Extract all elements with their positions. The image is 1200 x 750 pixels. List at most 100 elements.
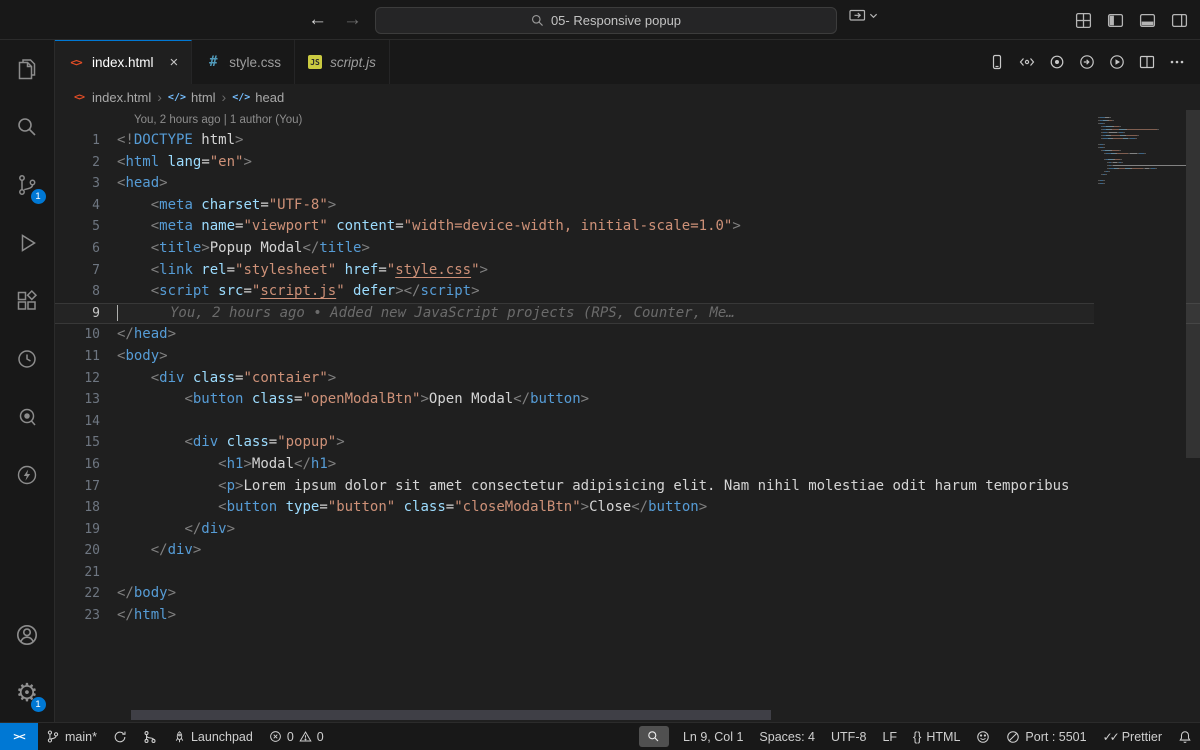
sidebar-item-source-control[interactable]: 1 (0, 156, 55, 214)
titlebar: ← → 05- Responsive popup (0, 0, 1200, 40)
sidebar-item-extensions[interactable] (0, 272, 55, 330)
branch-name: main* (65, 729, 97, 744)
gitlens-blame-icon[interactable] (1049, 54, 1065, 70)
branch-indicator[interactable]: main* (38, 723, 105, 750)
sidebar-item-gitlens[interactable] (0, 388, 55, 446)
cursor-position[interactable]: Ln 9, Col 1 (675, 723, 751, 750)
tab-script-js[interactable]: JS script.js (295, 40, 390, 84)
extensions-icon (17, 289, 38, 310)
code-line[interactable]: 22 </body> (55, 583, 1200, 605)
minimap[interactable] (1094, 110, 1186, 722)
code-line[interactable]: 2 <html lang="en"> (55, 152, 1200, 174)
tab-index-html[interactable]: <> index.html × (55, 40, 193, 84)
eol-label: LF (882, 729, 898, 744)
command-center-search[interactable]: 05- Responsive popup (375, 7, 837, 34)
problems-indicator[interactable]: 0 0 (261, 723, 332, 750)
horizontal-scrollbar[interactable] (55, 710, 1094, 722)
live-server-port[interactable]: Port : 5501 (998, 723, 1094, 750)
code-lines: 1 <!DOCTYPE html> 2 <html lang="en"> 3 <head>… (55, 130, 1200, 627)
indentation-indicator[interactable]: Spaces: 4 (751, 723, 823, 750)
code-line[interactable]: 4 <meta charset="UTF-8"> (55, 195, 1200, 217)
breadcrumb-html[interactable]: </> html (168, 90, 216, 105)
remote-indicator[interactable]: >< (0, 723, 38, 750)
code-line[interactable]: 11 <body> (55, 346, 1200, 368)
code-line[interactable]: 12 <div class="contaier"> (55, 368, 1200, 390)
sync-button[interactable] (105, 723, 135, 750)
vertical-scrollbar-thumb[interactable] (1186, 110, 1200, 458)
gitlens-icon (19, 408, 36, 426)
horizontal-scrollbar-thumb[interactable] (131, 710, 771, 720)
notifications-button[interactable] (1170, 723, 1200, 750)
code-line[interactable]: 13 <button class="openModalBtn">Open Mod… (55, 389, 1200, 411)
code-line[interactable]: 9 You, 2 hours ago • Added new JavaScript… (55, 302, 1200, 325)
line-number: 13 (84, 392, 100, 408)
feedback-button[interactable] (968, 723, 998, 750)
line-col-label: Ln 9, Col 1 (682, 729, 744, 744)
code-line[interactable]: 20 </div> (55, 540, 1200, 562)
launchpad-button[interactable]: Launchpad (165, 723, 261, 750)
sidebar-item-run-debug[interactable] (0, 214, 55, 272)
symbol-tag-icon: </> (167, 91, 186, 103)
toggle-secondary-sidebar-icon[interactable] (1171, 12, 1188, 29)
source-control-badge: 1 (30, 189, 46, 204)
open-in-browser-icon[interactable] (1019, 54, 1035, 70)
gitlens-authors-lens[interactable]: You, 2 hours ago | 1 author (You) (55, 110, 1200, 130)
toggle-panel-icon[interactable] (1139, 12, 1156, 29)
code-line[interactable]: 19 </div> (55, 519, 1200, 541)
settings-button[interactable]: ⚙ 1 (0, 664, 55, 722)
minimap-content (1098, 115, 1186, 184)
zoom-indicator[interactable] (638, 726, 669, 747)
code-line[interactable]: 18 <button type="button" class="closeMod… (55, 497, 1200, 519)
vertical-scrollbar[interactable] (1186, 110, 1200, 722)
breadcrumb-label: html (190, 89, 216, 105)
forward-button[interactable]: → (343, 9, 362, 31)
code-line[interactable]: 17 <p>Lorem ipsum dolor sit amet consect… (55, 476, 1200, 498)
code-runner-icon[interactable] (1109, 54, 1125, 70)
sidebar-item-thunder-client[interactable] (0, 446, 55, 504)
breadcrumb-file[interactable]: <> index.html (71, 89, 151, 105)
line-number: 4 (92, 197, 100, 213)
code-line[interactable]: 10 </head> (55, 324, 1200, 346)
settings-badge: 1 (30, 697, 46, 712)
formatter-indicator[interactable]: ✓✓ Prettier (1095, 723, 1170, 750)
code-line[interactable]: 7 <link rel="stylesheet" href="style.css… (55, 260, 1200, 282)
code-line[interactable]: 6 <title>Popup Modal</title> (55, 238, 1200, 260)
line-number: 20 (84, 543, 100, 559)
code-line[interactable]: 21 (55, 562, 1200, 584)
code-line[interactable]: 5 <meta name="viewport" content="width=d… (55, 216, 1200, 238)
layout-controls (1075, 0, 1188, 40)
code-line[interactable]: 14 (55, 411, 1200, 433)
sidebar-item-explorer[interactable] (0, 40, 55, 98)
customize-layout-icon[interactable] (1075, 12, 1092, 29)
tab-label: style.css (229, 54, 282, 70)
back-button[interactable]: ← (308, 9, 327, 31)
split-editor-icon[interactable] (1139, 54, 1155, 70)
more-actions-icon[interactable] (1169, 54, 1185, 70)
line-number: 1 (92, 133, 100, 148)
code-line[interactable]: 8 <script src="script.js" defer></script… (55, 281, 1200, 303)
account-button[interactable] (0, 606, 55, 664)
code-line[interactable]: 15 <div class="popup"> (55, 432, 1200, 454)
git-branch-icon (47, 730, 59, 743)
tab-style-css[interactable]: # style.css (192, 40, 296, 84)
cast-button[interactable] (849, 8, 878, 23)
activity-bar: 1 ⚙ 1 (0, 40, 55, 722)
code-line[interactable]: 1 <!DOCTYPE html> (55, 130, 1200, 152)
code-line[interactable]: 23 </html> (55, 605, 1200, 627)
sidebar-item-remote-explorer[interactable] (0, 330, 55, 388)
open-preview-icon[interactable] (989, 54, 1005, 70)
git-graph-button[interactable] (135, 723, 165, 750)
language-mode[interactable]: {} HTML (905, 723, 968, 750)
sidebar-item-search[interactable] (0, 98, 55, 156)
warning-icon (299, 731, 312, 742)
toggle-sidebar-icon[interactable] (1107, 12, 1124, 29)
close-tab-icon[interactable]: × (170, 54, 179, 71)
run-icon[interactable] (1079, 54, 1095, 70)
code-editor[interactable]: You, 2 hours ago | 1 author (You) 1 <!DOC… (55, 110, 1200, 722)
breadcrumb-head[interactable]: </> head (232, 90, 284, 105)
eol-indicator[interactable]: LF (874, 723, 905, 750)
encoding-indicator[interactable]: UTF-8 (823, 723, 874, 750)
code-line[interactable]: 3 <head> (55, 173, 1200, 195)
warning-count: 0 (316, 729, 324, 744)
code-line[interactable]: 16 <h1>Modal</h1> (55, 454, 1200, 476)
